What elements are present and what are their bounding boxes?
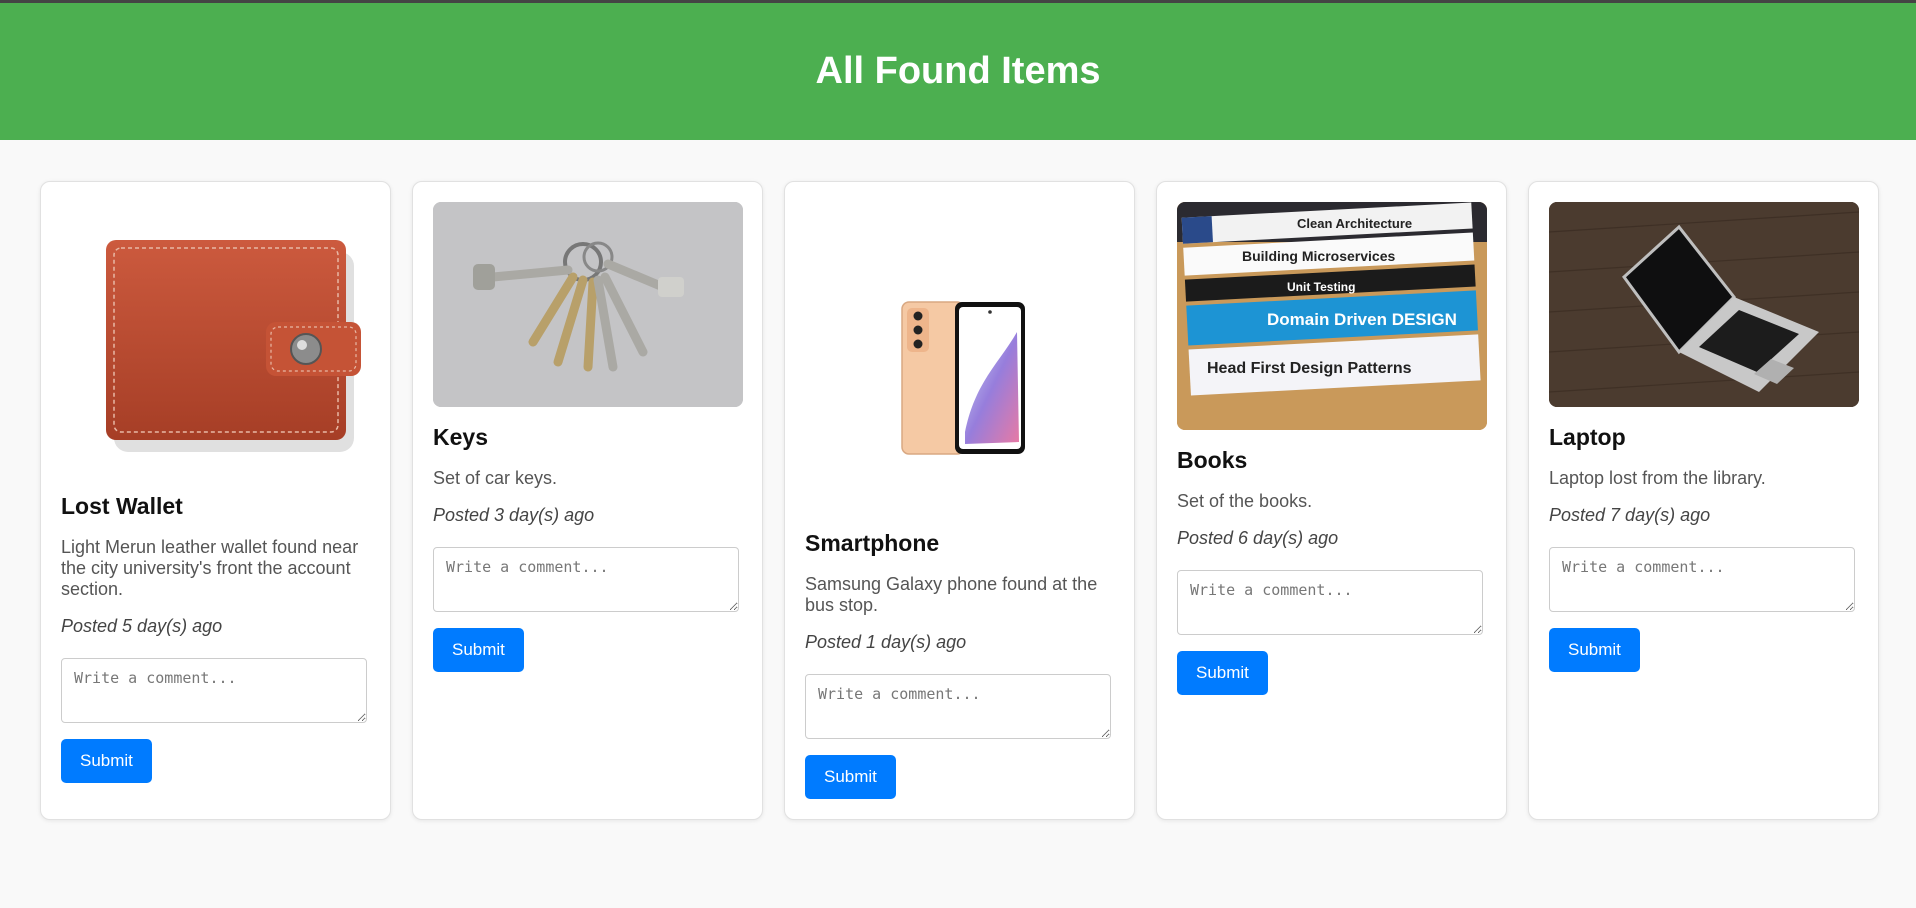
laptop-image [1549, 202, 1859, 407]
comment-input[interactable] [61, 658, 367, 723]
item-posted-time: Posted 6 day(s) ago [1177, 528, 1339, 548]
book-title: Unit Testing [1287, 280, 1356, 294]
item-title: Lost Wallet [61, 493, 183, 519]
book-title: Clean Architecture [1297, 216, 1413, 231]
book-title: Domain Driven DESIGN [1267, 310, 1457, 329]
comment-input[interactable] [1177, 570, 1483, 635]
comment-input[interactable] [805, 674, 1111, 739]
page-header: All Found Items [0, 3, 1916, 140]
wallet-image [61, 202, 371, 472]
book-title: Building Microservices [1242, 248, 1396, 264]
item-title: Smartphone [805, 530, 940, 556]
item-card-laptop: Laptop Laptop lost from the library. Pos… [1528, 181, 1879, 820]
item-title: Laptop [1549, 424, 1626, 450]
item-description: Set of car keys. [433, 468, 558, 488]
submit-button[interactable]: Submit [805, 755, 896, 799]
item-title: Books [1177, 447, 1248, 473]
smartphone-image [805, 202, 1115, 512]
item-card-books: Clean Architecture Building Microservice… [1156, 181, 1507, 820]
item-description: Laptop lost from the library. [1549, 468, 1766, 488]
submit-button[interactable]: Submit [1177, 651, 1268, 695]
submit-button[interactable]: Submit [61, 739, 152, 783]
item-description: Samsung Galaxy phone found at the bus st… [805, 574, 1098, 615]
items-grid: Lost Wallet Light Merun leather wallet f… [0, 181, 1916, 820]
item-posted-time: Posted 1 day(s) ago [805, 632, 967, 652]
books-image: Clean Architecture Building Microservice… [1177, 202, 1487, 430]
submit-button[interactable]: Submit [1549, 628, 1640, 672]
book-title: Head First Design Patterns [1207, 360, 1412, 377]
comment-input[interactable] [433, 547, 739, 612]
item-title: Keys [433, 424, 488, 450]
item-posted-time: Posted 7 day(s) ago [1549, 505, 1711, 525]
comment-input[interactable] [1549, 547, 1855, 612]
item-card-keys: Keys Set of car keys. Posted 3 day(s) ag… [412, 181, 763, 820]
item-posted-time: Posted 5 day(s) ago [61, 616, 223, 636]
submit-button[interactable]: Submit [433, 628, 524, 672]
page-title: All Found Items [815, 50, 1101, 92]
item-card-wallet: Lost Wallet Light Merun leather wallet f… [40, 181, 391, 820]
item-description: Set of the books. [1177, 491, 1313, 511]
keys-image [433, 202, 743, 407]
item-description: Light Merun leather wallet found near th… [61, 537, 359, 599]
item-card-smartphone: Smartphone Samsung Galaxy phone found at… [784, 181, 1135, 820]
item-posted-time: Posted 3 day(s) ago [433, 505, 595, 525]
